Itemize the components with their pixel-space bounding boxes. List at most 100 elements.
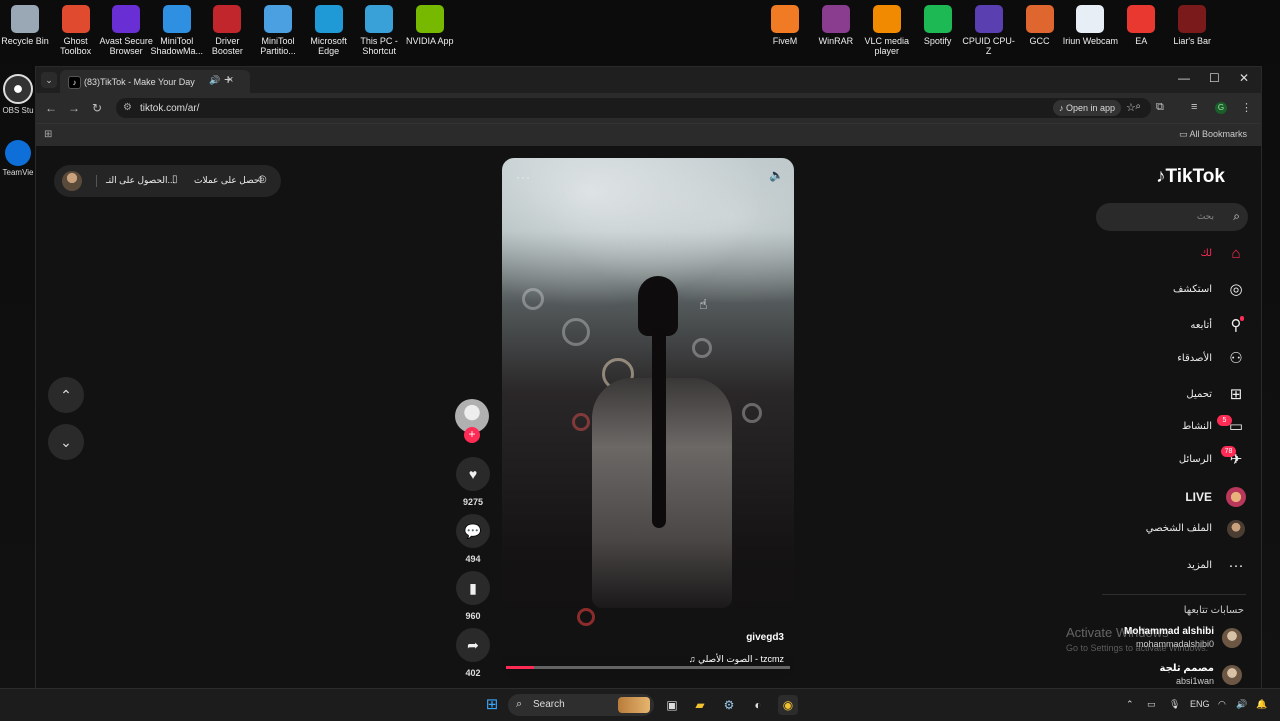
- desktop-icon[interactable]: MiniTool ShadowMa...: [149, 0, 205, 56]
- nav-live[interactable]: LIVE: [1086, 485, 1246, 511]
- steam-icon[interactable]: ⚙: [719, 695, 739, 715]
- speaker-icon[interactable]: 🔊: [209, 75, 220, 86]
- file-explorer-icon[interactable]: ▰: [690, 695, 710, 715]
- previous-video-button[interactable]: ⌃: [48, 377, 84, 413]
- get-coins-link[interactable]: احصل على عملات: [194, 175, 262, 186]
- reload-button[interactable]: ↻: [92, 101, 102, 115]
- comment-icon[interactable]: 💬: [456, 514, 490, 548]
- chrome-icon[interactable]: ◉: [778, 695, 798, 715]
- nav-explore[interactable]: استكشف ◎: [1086, 278, 1246, 304]
- nav-activity[interactable]: النشاط ▭ 5: [1086, 415, 1246, 441]
- bookmark-icon[interactable]: ▮: [456, 571, 490, 605]
- task-view-icon[interactable]: ▣: [662, 695, 682, 715]
- menu-kebab-icon[interactable]: ⋮: [1241, 101, 1252, 114]
- like-action[interactable]: ♥ 9275: [455, 457, 491, 507]
- desktop-icon[interactable]: Avast Secure Browser: [98, 0, 154, 56]
- following-accounts-header: حسابات تتابعها: [1183, 605, 1244, 616]
- tiktok-logo[interactable]: ♪TikTok: [1156, 166, 1225, 188]
- desktop-icon-label: Recycle Bin: [1, 36, 49, 46]
- share-icon[interactable]: ➦: [456, 628, 490, 662]
- desktop-icon[interactable]: Spotify: [910, 0, 966, 46]
- nav-profile[interactable]: الملف الشخصي: [1086, 517, 1246, 543]
- comment-action[interactable]: 💬 494: [455, 514, 491, 564]
- share-action[interactable]: ➦ 402: [455, 628, 491, 678]
- profile-avatar[interactable]: G: [1215, 102, 1227, 114]
- desktop-icon-label: TeamVie: [2, 168, 34, 177]
- notification-bell-icon[interactable]: 🔔: [1256, 699, 1267, 710]
- start-windows-icon[interactable]: ⊞: [482, 695, 502, 715]
- desktop-icon-label: MiniTool Partitio...: [260, 36, 296, 56]
- desktop-icon-teamviewer[interactable]: TeamVie: [2, 140, 34, 177]
- desktop-icon[interactable]: This PC - Shortcut: [351, 0, 407, 56]
- desktop-icon[interactable]: Recycle Bin: [0, 0, 53, 46]
- next-video-button[interactable]: ⌄: [48, 424, 84, 460]
- bokeh-light: [562, 318, 590, 346]
- desktop-icon[interactable]: Liar's Bar: [1164, 0, 1220, 46]
- get-app-link[interactable]: الحصول على التـ...: [106, 175, 175, 186]
- desktop-icon[interactable]: FiveM: [757, 0, 813, 46]
- desktop-icon[interactable]: Ghost Toolbox: [48, 0, 104, 56]
- desktop-icon-label: NVIDIA App: [406, 36, 454, 46]
- desktop-icon[interactable]: CPUID CPU-Z: [961, 0, 1017, 56]
- open-in-app-button[interactable]: ♪ Open in app: [1052, 100, 1121, 116]
- extensions-icon[interactable]: ⧉: [1156, 101, 1164, 114]
- all-bookmarks-button[interactable]: ▭ All Bookmarks: [1179, 129, 1247, 140]
- desktop-icon[interactable]: VLC media player: [859, 0, 915, 56]
- language-indicator[interactable]: ENG: [1190, 699, 1210, 709]
- desktop-icon[interactable]: Driver Booster: [199, 0, 255, 56]
- heart-icon[interactable]: ♥: [456, 457, 490, 491]
- nav-for-you[interactable]: لك ⌂: [1086, 242, 1246, 268]
- desktop-icon[interactable]: Iriun Webcam: [1062, 0, 1118, 46]
- nav-more[interactable]: المزيد ···: [1086, 554, 1246, 580]
- network-icon[interactable]: ▭: [1147, 699, 1156, 710]
- back-button[interactable]: ←: [45, 101, 57, 115]
- nav-upload[interactable]: تحميل ⊞: [1086, 383, 1246, 409]
- chevron-up-icon[interactable]: ⌃: [1126, 699, 1134, 710]
- video-username[interactable]: givegd3: [746, 632, 784, 643]
- save-action[interactable]: ▮ 960: [455, 571, 491, 621]
- nav-following[interactable]: أتابعه ⚲: [1086, 314, 1246, 340]
- followed-account[interactable]: مصمم ثلجة absi1wan: [1096, 661, 1246, 689]
- follow-plus-button[interactable]: +: [464, 427, 480, 443]
- bokeh-light: [692, 338, 712, 358]
- wifi-icon[interactable]: ◠: [1218, 699, 1226, 710]
- forward-button[interactable]: →: [68, 101, 80, 115]
- tab-search-button[interactable]: ⌄: [41, 72, 57, 88]
- desktop-icon[interactable]: GCC: [1012, 0, 1068, 46]
- volume-icon[interactable]: 🔈: [769, 168, 784, 182]
- desktop-icon[interactable]: MiniTool Partitio...: [250, 0, 306, 56]
- desktop-icon[interactable]: EA: [1113, 0, 1169, 46]
- search-input[interactable]: بحث ⌕: [1096, 203, 1248, 231]
- video-music[interactable]: ♫ الصوت الأصلي - tzcmz: [689, 654, 784, 665]
- address-bar[interactable]: ⚙ tiktok.com/ar/ ♪ Open in app ⌕: [116, 98, 1151, 118]
- zoom-icon[interactable]: ⌕: [1135, 101, 1141, 112]
- desktop-icon-label: Microsoft Edge: [310, 36, 347, 56]
- close-window-button[interactable]: ✕: [1239, 71, 1249, 85]
- reading-list-icon[interactable]: ≡: [1191, 101, 1197, 113]
- desktop-icon[interactable]: WinRAR: [808, 0, 864, 46]
- bokeh-light: [577, 608, 595, 626]
- more-options-icon[interactable]: ···: [516, 170, 531, 184]
- new-tab-button[interactable]: +: [224, 71, 232, 87]
- winrar-icon: [821, 5, 850, 33]
- minimize-button[interactable]: —: [1178, 71, 1190, 85]
- desktop-icon-obs[interactable]: OBS Stu: [2, 74, 34, 115]
- site-info-icon[interactable]: ⚙: [123, 102, 132, 113]
- nav-friends[interactable]: الأصدقاء ⚇: [1086, 347, 1246, 373]
- tab-tiktok[interactable]: ♪ (83)TikTok - Make Your Day 🔊 ×: [60, 70, 250, 93]
- maximize-button[interactable]: ☐: [1209, 71, 1220, 85]
- browser-window: ⌄ ♪ (83)TikTok - Make Your Day 🔊 × + — ☐…: [35, 66, 1262, 690]
- user-avatar[interactable]: [62, 171, 82, 191]
- app-icon[interactable]: ◐: [748, 695, 768, 715]
- bookmark-star-icon[interactable]: ☆: [1126, 101, 1136, 114]
- video-progress-bar[interactable]: [506, 666, 790, 669]
- speaker-icon[interactable]: 🔊: [1236, 699, 1247, 710]
- taskbar-search[interactable]: ⌕ Search: [508, 694, 654, 716]
- video-player[interactable]: ··· 🔈 givegd3 ♫ الصوت الأصلي - tzcmz: [502, 158, 794, 679]
- microphone-icon[interactable]: 🎙: [1169, 699, 1180, 710]
- nav-messages[interactable]: الرسائل ✈ 78: [1086, 446, 1246, 474]
- search-icon[interactable]: ⌕: [1233, 209, 1240, 224]
- desktop-icon[interactable]: NVIDIA App: [402, 0, 458, 46]
- desktop-icon[interactable]: Microsoft Edge: [301, 0, 357, 56]
- apps-grid-icon[interactable]: ⊞: [44, 129, 52, 140]
